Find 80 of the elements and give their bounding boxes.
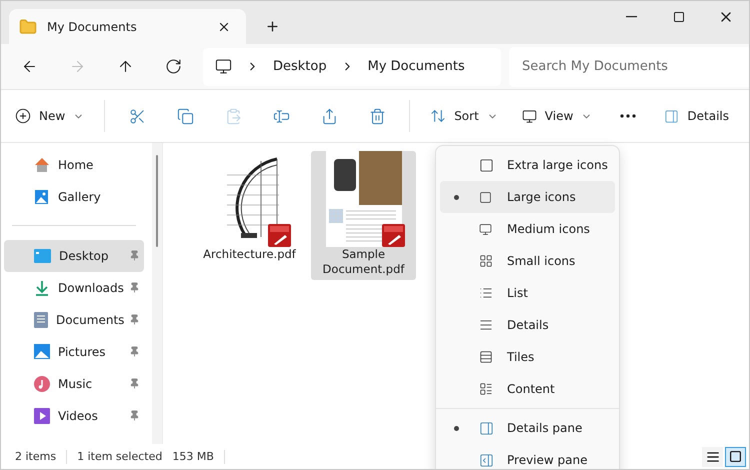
refresh-icon xyxy=(164,58,182,75)
menu-item[interactable]: Details pane xyxy=(440,412,615,444)
pin-icon xyxy=(129,282,140,293)
square-icon xyxy=(479,158,494,172)
sidebar-item[interactable]: Downloads xyxy=(4,272,144,304)
file-item[interactable]: Architecture.pdf xyxy=(197,151,302,265)
square-icon xyxy=(479,190,492,204)
pin-icon xyxy=(129,314,140,325)
search-field[interactable]: Search My Documents xyxy=(509,46,749,86)
menu-item[interactable]: Large icons xyxy=(440,181,615,213)
new-button[interactable]: New xyxy=(11,100,88,132)
lines-icon xyxy=(706,450,720,464)
menu-item[interactable]: Details xyxy=(440,309,615,341)
scrollbar-thumb[interactable] xyxy=(156,155,158,247)
plus-circle-icon xyxy=(15,108,31,124)
pdf-badge-icon xyxy=(382,224,404,247)
rows-icon xyxy=(479,350,493,364)
sidebar-item[interactable]: Home xyxy=(4,149,144,181)
pin-icon xyxy=(129,410,140,421)
breadcrumb-item[interactable]: Desktop xyxy=(273,59,327,74)
copy-icon xyxy=(176,108,194,124)
item-count: 2 items xyxy=(15,450,58,463)
minimize-icon xyxy=(626,16,637,18)
details-view-button[interactable] xyxy=(702,446,723,466)
panel-icon xyxy=(664,108,680,124)
selection-size: 153 MB xyxy=(172,450,215,463)
sidebar-item[interactable]: Videos xyxy=(4,400,144,432)
address-bar[interactable]: Desktop My Documents xyxy=(203,48,501,86)
sidebar-item[interactable]: Music xyxy=(4,368,144,400)
panel-icon xyxy=(479,420,494,436)
home-icon xyxy=(34,157,50,173)
sort-icon xyxy=(430,108,446,124)
details-button[interactable]: Details xyxy=(660,100,733,132)
selection-info: 1 item selected xyxy=(77,450,164,463)
menu-item[interactable]: Small icons xyxy=(440,245,615,277)
monitor-icon xyxy=(215,58,232,75)
grid-icon xyxy=(479,254,493,268)
sidebar-item[interactable]: Gallery xyxy=(4,181,144,213)
menu-item[interactable]: Content xyxy=(440,373,615,405)
monitor-icon xyxy=(479,222,492,236)
video-icon xyxy=(34,408,50,424)
file-item[interactable]: Sample Document.pdf xyxy=(311,151,416,280)
breadcrumb-item[interactable]: My Documents xyxy=(368,59,465,74)
scissors-icon xyxy=(128,108,146,124)
pin-icon xyxy=(129,378,140,389)
pin-icon xyxy=(129,346,140,357)
document-icon xyxy=(34,312,48,328)
desktop-icon xyxy=(34,249,51,263)
pictures-icon xyxy=(34,344,50,360)
menu-item[interactable]: Extra large icons xyxy=(440,149,615,181)
menu-item[interactable]: List xyxy=(440,277,615,309)
menu-item[interactable]: Medium icons xyxy=(440,213,615,245)
window-title: My Documents xyxy=(47,20,138,34)
download-icon xyxy=(34,280,50,296)
trash-icon xyxy=(368,108,386,124)
sort-button[interactable]: Sort xyxy=(426,100,502,132)
lines-icon xyxy=(479,318,493,332)
window-tab[interactable]: My Documents xyxy=(9,9,246,44)
list-icon xyxy=(479,382,493,396)
sidebar-item[interactable]: Pictures xyxy=(4,336,144,368)
text-cursor-icon xyxy=(272,108,290,124)
square-icon xyxy=(729,450,742,463)
panel-icon xyxy=(479,452,494,468)
gallery-icon xyxy=(34,189,50,205)
sidebar-item[interactable]: Documents xyxy=(4,304,144,336)
maximize-icon xyxy=(672,11,684,23)
sidebar-item[interactable]: Desktop xyxy=(4,240,144,272)
view-button[interactable]: View xyxy=(518,100,596,132)
menu-item[interactable]: Tiles xyxy=(440,341,615,373)
share-icon xyxy=(320,108,338,124)
menu-item[interactable]: Preview pane xyxy=(440,444,615,469)
more-icon xyxy=(620,114,636,118)
monitor-icon xyxy=(522,108,537,124)
pin-icon xyxy=(129,250,140,261)
plus-icon xyxy=(264,18,280,34)
clipboard-icon xyxy=(224,108,242,124)
folder-icon xyxy=(19,18,37,36)
pdf-badge-icon xyxy=(268,224,290,247)
music-icon xyxy=(34,376,50,392)
large-icons-view-button[interactable] xyxy=(725,446,746,466)
